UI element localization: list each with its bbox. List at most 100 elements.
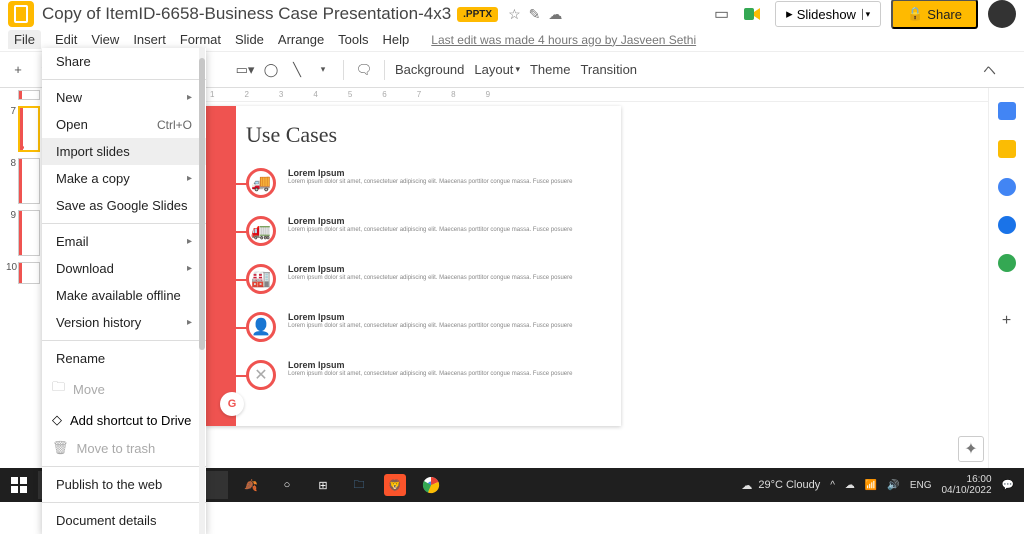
menu-slide[interactable]: Slide: [235, 32, 264, 47]
keep-icon[interactable]: [998, 140, 1016, 158]
cloud-icon[interactable]: ☁: [548, 6, 562, 23]
user-avatar[interactable]: [988, 0, 1016, 28]
menu-details[interactable]: Document details: [42, 507, 206, 534]
menu-view[interactable]: View: [91, 32, 119, 47]
menu-new[interactable]: New▸: [42, 84, 206, 111]
tasks-icon[interactable]: [998, 178, 1016, 196]
star-icon[interactable]: ☆: [508, 6, 521, 23]
layout-button[interactable]: Layout▾: [474, 62, 520, 77]
notifications-icon[interactable]: 💬: [1002, 480, 1014, 491]
uc-heading: Lorem Ipsum: [288, 360, 572, 370]
volume-icon[interactable]: 🔊: [887, 480, 899, 491]
g-badge: G: [220, 392, 244, 416]
slide-preview[interactable]: Use Cases 🚚Lorem IpsumLorem ipsum dolor …: [206, 106, 621, 426]
taskbar-clock[interactable]: 16:0004/10/2022: [941, 474, 991, 496]
slide-thumb[interactable]: [18, 210, 40, 256]
line-dropdown-icon[interactable]: ▾: [313, 60, 333, 80]
slide-thumb-active[interactable]: [18, 106, 40, 152]
thumb-num: 8: [6, 158, 16, 169]
folder-icon: 🗀: [52, 378, 65, 400]
menu-file[interactable]: File: [8, 30, 41, 49]
menu-download[interactable]: Download▸: [42, 255, 206, 282]
contacts-icon[interactable]: [998, 216, 1016, 234]
slide-thumbnails: 7 8 9 10: [0, 88, 46, 468]
slide-title: Use Cases: [246, 122, 337, 148]
trash-icon: 🗑: [52, 440, 69, 456]
calendar-icon[interactable]: [998, 102, 1016, 120]
add-addon-icon[interactable]: +: [1002, 312, 1011, 330]
present-icon[interactable]: ▭: [714, 4, 729, 24]
chrome-icon[interactable]: [420, 474, 442, 496]
explore-button[interactable]: ✦: [958, 436, 984, 462]
menu-version-history[interactable]: Version history▸: [42, 309, 206, 336]
factory-icon: 🏭: [251, 269, 271, 289]
onedrive-icon[interactable]: ☁: [845, 480, 855, 491]
menu-email[interactable]: Email▸: [42, 228, 206, 255]
menu-edit[interactable]: Edit: [55, 32, 77, 47]
theme-button[interactable]: Theme: [530, 62, 570, 77]
user-icon: 👤: [251, 317, 271, 337]
menu-rename[interactable]: Rename: [42, 345, 206, 372]
menu-open[interactable]: OpenCtrl+O: [42, 111, 206, 138]
uc-heading: Lorem Ipsum: [288, 264, 572, 274]
delivery-icon: 🚛: [251, 221, 271, 241]
tray-chevron-icon[interactable]: ^: [830, 480, 835, 491]
menu-insert[interactable]: Insert: [133, 32, 166, 47]
menu-tools[interactable]: Tools: [338, 32, 368, 47]
title-bar: Copy of ItemID-6658-Business Case Presen…: [0, 0, 1024, 28]
menu-publish[interactable]: Publish to the web: [42, 471, 206, 498]
uc-heading: Lorem Ipsum: [288, 168, 572, 178]
explorer-icon[interactable]: 🗀: [348, 474, 370, 496]
slides-logo[interactable]: [8, 1, 34, 27]
move-icon[interactable]: ✎: [529, 6, 541, 23]
weather-icon: ☁: [741, 479, 752, 492]
tools-icon: ✕: [254, 365, 267, 385]
wifi-icon[interactable]: 📶: [865, 480, 877, 491]
maps-icon[interactable]: [998, 254, 1016, 272]
weather-widget[interactable]: ☁29°C Cloudy: [741, 479, 820, 492]
drive-shortcut-icon: ◇: [52, 412, 62, 428]
truck-icon: 🚚: [251, 173, 271, 193]
menu-share[interactable]: Share: [42, 48, 206, 75]
new-slide-button[interactable]: +: [8, 60, 28, 80]
select-tool-icon[interactable]: ▭▾: [235, 60, 255, 80]
menu-make-copy[interactable]: Make a copy▸: [42, 165, 206, 192]
collapse-toolbar-icon[interactable]: ヘ: [983, 60, 996, 79]
slideshow-button[interactable]: ▸Slideshow│▾: [775, 1, 881, 27]
start-button[interactable]: [0, 468, 38, 502]
last-edit-link[interactable]: Last edit was made 4 hours ago by Jasvee…: [431, 33, 696, 47]
brave-icon[interactable]: 🦁: [384, 474, 406, 496]
menu-format[interactable]: Format: [180, 32, 221, 47]
menu-help[interactable]: Help: [383, 32, 410, 47]
uc-body: Lorem ipsum dolor sit amet, consectetuer…: [288, 275, 572, 282]
transition-button[interactable]: Transition: [580, 62, 637, 77]
pptx-badge: .PPTX: [457, 7, 498, 22]
slide-thumb[interactable]: [18, 90, 40, 100]
cortana-icon[interactable]: ○: [276, 474, 298, 496]
meet-icon[interactable]: [739, 1, 765, 27]
uc-body: Lorem ipsum dolor sit amet, consectetuer…: [288, 323, 572, 330]
slide-thumb[interactable]: [18, 158, 40, 204]
language-indicator[interactable]: ENG: [910, 480, 932, 491]
file-menu-dropdown: Share New▸ OpenCtrl+O Import slides Make…: [42, 48, 206, 534]
menu-import-slides[interactable]: Import slides: [42, 138, 206, 165]
document-title[interactable]: Copy of ItemID-6658-Business Case Presen…: [42, 4, 451, 24]
menu-save-google[interactable]: Save as Google Slides: [42, 192, 206, 219]
thumb-num: 7: [6, 106, 16, 117]
menu-arrange[interactable]: Arrange: [278, 32, 324, 47]
menu-add-shortcut[interactable]: ◇Add shortcut to Drive: [42, 406, 206, 434]
shape-tool-icon[interactable]: ◯: [261, 60, 281, 80]
task-view-icon[interactable]: ⊞: [312, 474, 334, 496]
slide-thumb[interactable]: [18, 262, 40, 284]
thumb-num: 10: [6, 262, 16, 273]
share-button[interactable]: 🔒Share: [891, 0, 978, 29]
background-button[interactable]: Background: [395, 62, 464, 77]
uc-heading: Lorem Ipsum: [288, 312, 572, 322]
taskbar-app-icon[interactable]: 🍂: [240, 474, 262, 496]
comment-icon[interactable]: 🗨: [354, 60, 374, 80]
line-tool-icon[interactable]: ╲: [287, 60, 307, 80]
side-panel: +: [988, 88, 1024, 468]
menu-offline[interactable]: Make available offline: [42, 282, 206, 309]
menu-move-trash[interactable]: 🗑Move to trash: [42, 434, 206, 462]
menu-move[interactable]: 🗀Move: [42, 372, 206, 406]
